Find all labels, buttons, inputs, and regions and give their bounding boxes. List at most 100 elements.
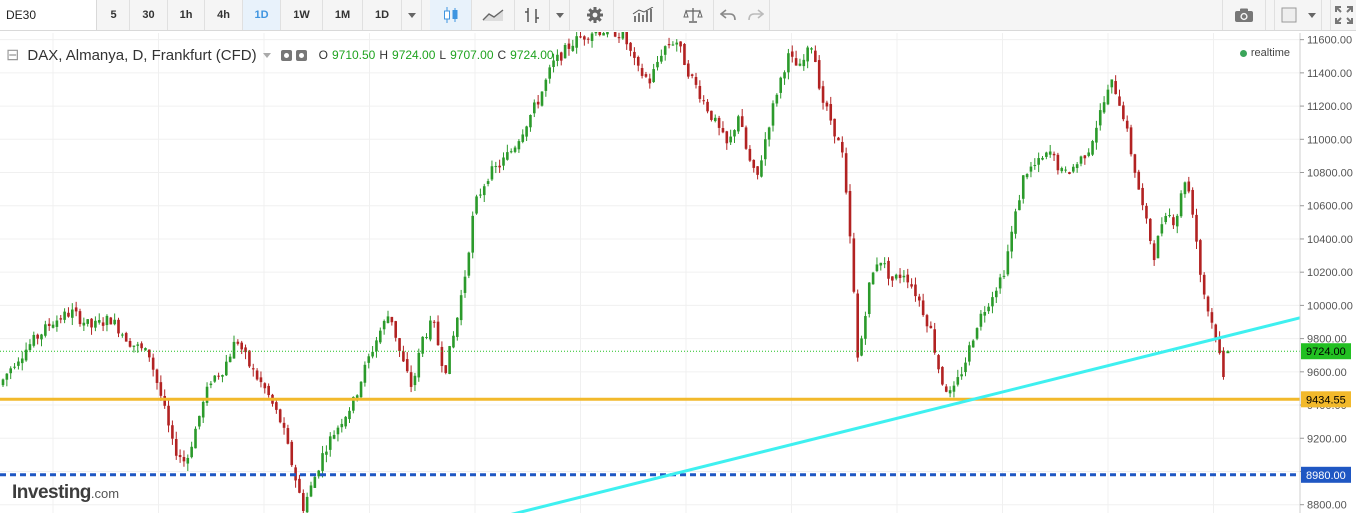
candle-down xyxy=(286,428,290,444)
candle-up xyxy=(305,496,309,513)
candle-up xyxy=(317,470,320,477)
status-dot-icon xyxy=(1239,49,1247,57)
candle-up xyxy=(44,324,47,336)
candle-down xyxy=(1222,350,1225,377)
candle-down xyxy=(1122,105,1125,120)
candle-up xyxy=(479,194,482,196)
axis-tick-label: 10200.00 xyxy=(1307,267,1353,279)
candle-up xyxy=(336,427,340,435)
redo-button[interactable] xyxy=(742,0,770,30)
compare-button[interactable] xyxy=(672,0,714,30)
candle-down xyxy=(856,293,859,358)
candle-up xyxy=(575,36,578,48)
candle-up xyxy=(902,275,906,278)
candle-up xyxy=(883,263,886,265)
candle-up xyxy=(225,361,228,376)
interval-4h-button[interactable]: 4h xyxy=(205,0,243,30)
indicators-icon xyxy=(632,7,653,22)
candle-up xyxy=(475,196,478,214)
investing-logo[interactable]: Investing .com xyxy=(12,482,119,504)
symbol-field[interactable]: DE30 xyxy=(0,0,97,30)
candle-down xyxy=(298,478,301,493)
candle-up xyxy=(1064,169,1067,171)
interval-1m-button[interactable]: 1M xyxy=(323,0,363,30)
gear-icon[interactable] xyxy=(295,49,307,61)
fullscreen-button[interactable] xyxy=(1330,0,1356,30)
candles-style-button[interactable] xyxy=(430,0,472,30)
candle-down xyxy=(925,315,929,327)
candle-up xyxy=(471,215,474,253)
interval-dropdown-button[interactable] xyxy=(402,0,422,30)
candle-down xyxy=(929,325,933,329)
candle-up xyxy=(602,32,605,36)
high-value: 9724.00 xyxy=(392,48,436,62)
candle-down xyxy=(1172,217,1175,226)
candle-down xyxy=(390,316,394,323)
chevron-down-icon[interactable] xyxy=(262,52,271,58)
chart-legend: ⊟ DAX, Almanya, D, Frankfurt (CFD) O 971… xyxy=(6,45,554,65)
candle-up xyxy=(1160,224,1164,234)
candle-up xyxy=(379,330,382,343)
candle-down xyxy=(837,137,840,141)
screenshot-button[interactable] xyxy=(1222,0,1266,30)
candle-up xyxy=(1110,79,1114,88)
settings-button[interactable] xyxy=(576,0,614,30)
candle-down xyxy=(409,372,413,387)
candle-up xyxy=(186,457,190,464)
interval-1w-button[interactable]: 1W xyxy=(281,0,323,30)
candle-up xyxy=(879,262,883,266)
eye-icon[interactable] xyxy=(280,49,292,61)
candle-down xyxy=(1149,218,1152,241)
interval-1h-button[interactable]: 1h xyxy=(168,0,205,30)
candle-up xyxy=(1164,215,1167,223)
legend-drag-handle[interactable]: ⊟ xyxy=(6,45,19,65)
candle-down xyxy=(640,68,644,76)
candle-down xyxy=(398,338,401,352)
candle-down xyxy=(440,346,444,366)
interval-5-button[interactable]: 5 xyxy=(98,0,130,30)
trendline xyxy=(510,316,1301,513)
candle-up xyxy=(1041,157,1044,160)
candle-up xyxy=(482,186,486,196)
area-style-button[interactable] xyxy=(472,0,515,30)
candle-up xyxy=(5,373,9,380)
candle-up xyxy=(309,485,313,497)
candle-down xyxy=(944,386,948,392)
template-dropdown-button[interactable] xyxy=(1302,0,1322,30)
candle-up xyxy=(1010,231,1013,252)
candle-down xyxy=(717,117,721,128)
candle-down xyxy=(667,44,671,46)
candle-up xyxy=(987,306,990,312)
axis-tick-label: 11000.00 xyxy=(1307,134,1352,146)
chart-type-dropdown-button[interactable] xyxy=(550,0,570,30)
candle-up xyxy=(737,116,740,132)
candle-up xyxy=(63,311,66,320)
candle-down xyxy=(829,104,833,121)
interval-custom-button[interactable]: 1D xyxy=(363,0,402,30)
candle-down xyxy=(567,43,571,49)
candle-up xyxy=(452,335,455,348)
candle-up xyxy=(663,46,667,55)
instrument-title[interactable]: DAX, Almanya, D, Frankfurt (CFD) xyxy=(27,47,256,64)
bars-style-button[interactable] xyxy=(515,0,550,30)
template-button[interactable] xyxy=(1274,0,1302,30)
price-axis: 11600.00 11400.00 11200.00 11000.00 10800.00… xyxy=(1299,33,1356,513)
candle-up xyxy=(325,451,328,455)
logo-brand: Investing xyxy=(12,482,91,503)
price-chart[interactable]: 11600.00 11400.00 11200.00 11000.00 10800.00… xyxy=(0,32,1356,513)
interval-30-button[interactable]: 30 xyxy=(130,0,168,30)
undo-button[interactable] xyxy=(714,0,742,30)
candle-up xyxy=(486,181,490,184)
candle-up xyxy=(806,47,809,62)
candle-up xyxy=(671,44,675,46)
indicators-button[interactable] xyxy=(622,0,664,30)
candle-down xyxy=(128,341,132,347)
candle-up xyxy=(894,274,898,279)
interval-1d-button[interactable]: 1D xyxy=(243,0,281,30)
candle-up xyxy=(1025,174,1029,178)
candle-up xyxy=(348,410,351,420)
candle-down xyxy=(302,493,305,511)
candle-down xyxy=(167,405,170,426)
candle-down xyxy=(140,343,143,349)
candle-down xyxy=(1152,243,1156,261)
